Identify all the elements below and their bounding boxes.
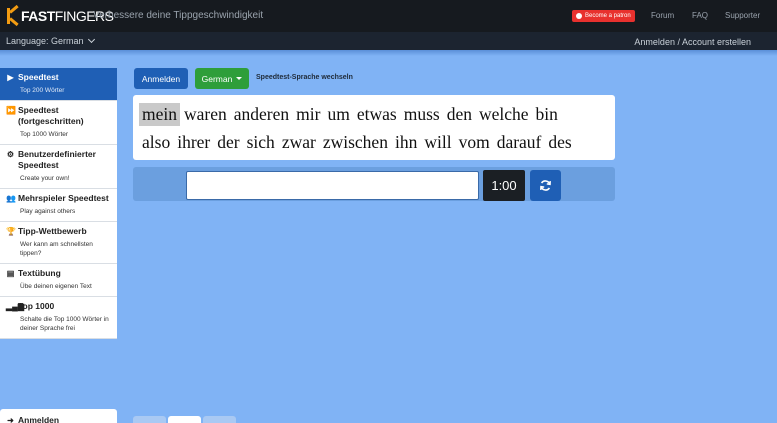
result-tabs: [133, 416, 236, 423]
language-dropdown[interactable]: Language: German: [6, 35, 95, 46]
sidebar-item-title: Textübung: [18, 268, 61, 278]
forward-icon: ⏩: [6, 106, 16, 115]
sidebar-item-subtitle: Schalte die Top 1000 Wörter in deiner Sp…: [20, 316, 109, 332]
patron-label: Become a patron: [585, 13, 631, 19]
sidebar-item-competition[interactable]: 🏆 Tipp-Wettbewerb Wer kann am schnellsten…: [0, 222, 117, 264]
reload-button[interactable]: [530, 170, 561, 201]
word-line-1: mein waren anderen mir um etwas muss den welche b…: [139, 103, 615, 131]
sidebar-item-top-1000[interactable]: ▂▄▆ Top 1000 Schalte die Top 1000 Wörter …: [0, 297, 117, 339]
sidebar-item-text-practice[interactable]: ▤ Textübung Übe deinen eigenen Text: [0, 264, 117, 297]
users-icon: 👥: [6, 194, 16, 203]
sidebar-item-subtitle: Top 1000 Wörter: [20, 131, 69, 138]
login-icon: ➜: [7, 416, 14, 423]
word: ihn: [394, 132, 418, 152]
sidebar-item-subtitle: Übe deinen eigenen Text: [20, 283, 92, 290]
word-line-2: also ihrer der sich zwar zwischen ihn will vom da…: [139, 131, 615, 159]
nav-link-supporter[interactable]: Supporter: [725, 11, 760, 20]
word: zwar: [281, 132, 316, 152]
sidebar-login-label: Anmelden: [18, 415, 60, 423]
login-register-link[interactable]: Anmelden / Account erstellen: [634, 37, 751, 47]
word: bin: [535, 104, 558, 124]
word: den: [446, 104, 472, 124]
sidebar-item-title: Mehrspieler Speedtest: [18, 193, 109, 203]
nav-link-faq[interactable]: FAQ: [692, 11, 708, 20]
sidebar-item-speedtest-advanced[interactable]: ⏩ Speedtest (fortgeschritten) Top 1000 Wö…: [0, 101, 117, 145]
word: will: [424, 132, 452, 152]
word: sich: [246, 132, 275, 152]
tagline: Verbessere deine Tippgeschwindigkeit: [93, 10, 264, 21]
login-button[interactable]: Anmelden: [134, 68, 188, 89]
sidebar-item-multiplayer[interactable]: 👥 Mehrspieler Speedtest Play against othe…: [0, 189, 117, 222]
word: anderen: [233, 104, 290, 124]
sidebar-login[interactable]: ➜ Anmelden: [0, 409, 117, 423]
sidebar: ▶ Speedtest Top 200 Wörter ⏩ Speedtest (fo…: [0, 68, 117, 339]
nav-link-forum[interactable]: Forum: [651, 11, 674, 20]
play-icon: ▶: [7, 73, 14, 82]
chevron-down-icon: [87, 35, 95, 44]
word: um: [327, 104, 350, 124]
sidebar-item-speedtest[interactable]: ▶ Speedtest Top 200 Wörter: [0, 68, 117, 101]
sidebar-item-subtitle: Top 200 Wörter: [20, 87, 65, 94]
file-icon: ▤: [6, 269, 15, 278]
logo-mark-icon: [6, 4, 20, 27]
word: welche: [478, 104, 529, 124]
patreon-icon: [576, 13, 582, 19]
word: vom: [458, 132, 490, 152]
result-tab[interactable]: [168, 416, 201, 423]
language-select-label: German: [201, 73, 233, 84]
cogs-icon: ⚙: [6, 150, 15, 159]
word-display: mein waren anderen mir um etwas muss den welche b…: [133, 95, 615, 160]
word: der: [217, 132, 240, 152]
language-label: Language: German: [6, 36, 84, 46]
sidebar-item-title: Speedtest: [18, 72, 59, 82]
become-patron-button[interactable]: Become a patron: [572, 10, 635, 22]
refresh-icon: [540, 180, 551, 191]
sidebar-item-title: Speedtest (fortgeschritten): [18, 105, 84, 126]
word: also: [142, 132, 171, 152]
word: ihrer: [177, 132, 211, 152]
word: darauf: [496, 132, 542, 152]
result-tab[interactable]: [203, 416, 236, 423]
typing-input[interactable]: [186, 171, 479, 200]
sidebar-item-subtitle: Play against others: [20, 208, 76, 215]
sidebar-item-subtitle: Wer kann am schnellsten tippen?: [20, 241, 93, 257]
change-language-label: Speedtest-Sprache wechseln: [256, 74, 353, 81]
trophy-icon: 🏆: [6, 227, 16, 236]
caret-down-icon: [236, 77, 243, 80]
timer: 1:00: [483, 170, 525, 201]
current-word: mein: [139, 103, 180, 126]
signal-icon: ▂▄▆: [6, 302, 24, 311]
word: des: [548, 132, 572, 152]
sidebar-item-title: Benutzerdefinierter Speedtest: [18, 149, 96, 170]
sidebar-item-title: Tipp-Wettbewerb: [18, 226, 87, 236]
header-shadow: [0, 50, 777, 56]
sidebar-item-subtitle: Create your own!: [20, 175, 70, 182]
sidebar-item-custom-speedtest[interactable]: ⚙ Benutzerdefinierter Speedtest Create yo…: [0, 145, 117, 189]
result-tab[interactable]: [133, 416, 166, 423]
word: etwas: [356, 104, 397, 124]
word: zwischen: [322, 132, 388, 152]
word: waren: [184, 104, 227, 124]
word: muss: [403, 104, 440, 124]
sidebar-item-title: Top 1000: [18, 301, 55, 311]
language-select-button[interactable]: German: [195, 68, 249, 89]
word: mir: [296, 104, 321, 124]
